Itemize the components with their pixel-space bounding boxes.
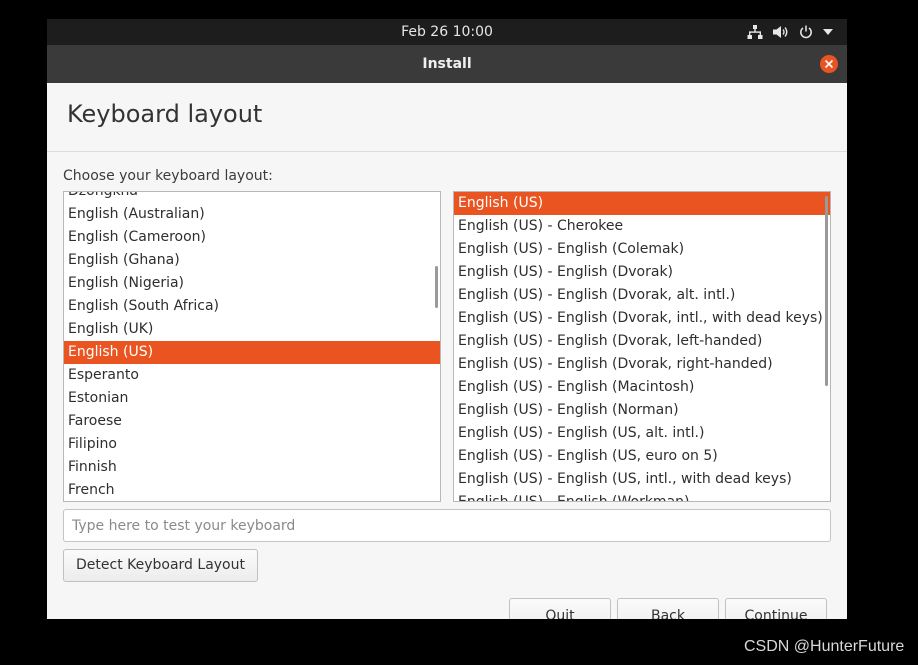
layout-list-item[interactable]: Esperanto: [64, 364, 440, 387]
variant-list-item[interactable]: English (US) - English (Dvorak, alt. int…: [454, 284, 830, 307]
system-tray[interactable]: [747, 19, 833, 45]
variant-list-item[interactable]: English (US) - English (Macintosh): [454, 376, 830, 399]
variant-list-scrollbar[interactable]: [825, 196, 828, 386]
variant-list-item[interactable]: English (US) - English (Dvorak, intl., w…: [454, 307, 830, 330]
variant-list-items: English (US) English (US) - Cherokee Engli…: [454, 192, 830, 501]
layout-list-scrollbar[interactable]: [435, 266, 438, 308]
layout-list-item[interactable]: Estonian: [64, 387, 440, 410]
close-icon: [824, 59, 834, 69]
variant-list-item[interactable]: English (US) - English (US, euro on 5): [454, 445, 830, 468]
chevron-down-icon[interactable]: [823, 29, 833, 35]
window-titlebar: Install: [47, 45, 847, 83]
variant-list-item[interactable]: English (US) - English (Colemak): [454, 238, 830, 261]
variant-list-item[interactable]: English (US) - English (Dvorak, right-ha…: [454, 353, 830, 376]
page-header: Keyboard layout: [47, 83, 847, 152]
power-icon[interactable]: [799, 25, 813, 39]
variant-list-item[interactable]: English (US) - English (Dvorak): [454, 261, 830, 284]
layout-list-item[interactable]: Faroese: [64, 410, 440, 433]
choose-layout-label: Choose your keyboard layout:: [63, 168, 273, 184]
layout-list-item[interactable]: English (South Africa): [64, 295, 440, 318]
layout-list-item[interactable]: Dzongkha: [64, 192, 440, 203]
top-bar: Feb 26 10:00: [47, 19, 847, 45]
layout-list-item[interactable]: English (Cameroon): [64, 226, 440, 249]
keyboard-test-input[interactable]: [63, 509, 831, 542]
layout-list-item[interactable]: Finnish: [64, 456, 440, 479]
watermark: CSDN @HunterFuture: [744, 638, 905, 655]
layout-list-items: Dzongkha English (Australian) English (Cam…: [64, 192, 440, 501]
layout-list-item[interactable]: English (US): [64, 341, 440, 364]
installer-screen: Feb 26 10:00 Install Keyboard layout Cho…: [47, 19, 847, 619]
continue-button[interactable]: Continue: [725, 598, 827, 619]
variant-list-item[interactable]: English (US) - English (Dvorak, left-han…: [454, 330, 830, 353]
variant-list-item[interactable]: English (US) - English (US, intl., with …: [454, 468, 830, 491]
variant-list-item[interactable]: English (US) - English (Workman): [454, 491, 830, 501]
layout-list-item[interactable]: English (Australian): [64, 203, 440, 226]
variant-list-item[interactable]: English (US) - Cherokee: [454, 215, 830, 238]
variant-list-item[interactable]: English (US) - English (Norman): [454, 399, 830, 422]
layout-list-item[interactable]: English (Nigeria): [64, 272, 440, 295]
back-button[interactable]: Back: [617, 598, 719, 619]
variant-list-item[interactable]: English (US) - English (US, alt. intl.): [454, 422, 830, 445]
quit-button[interactable]: Quit: [509, 598, 611, 619]
window-title: Install: [422, 56, 472, 72]
variant-list-item[interactable]: English (US): [454, 192, 830, 215]
layout-list-item[interactable]: English (UK): [64, 318, 440, 341]
detect-keyboard-layout-button[interactable]: Detect Keyboard Layout: [63, 549, 258, 582]
clock[interactable]: Feb 26 10:00: [47, 19, 847, 45]
variant-list[interactable]: English (US) English (US) - Cherokee Engli…: [453, 191, 831, 502]
network-icon[interactable]: [747, 25, 763, 39]
layout-list[interactable]: Dzongkha English (Australian) English (Cam…: [63, 191, 441, 502]
volume-icon[interactable]: [773, 25, 789, 39]
layout-list-item[interactable]: French: [64, 479, 440, 501]
layout-list-item[interactable]: Filipino: [64, 433, 440, 456]
close-button[interactable]: [820, 55, 838, 73]
layout-list-item[interactable]: English (Ghana): [64, 249, 440, 272]
page-title: Keyboard layout: [67, 100, 263, 128]
